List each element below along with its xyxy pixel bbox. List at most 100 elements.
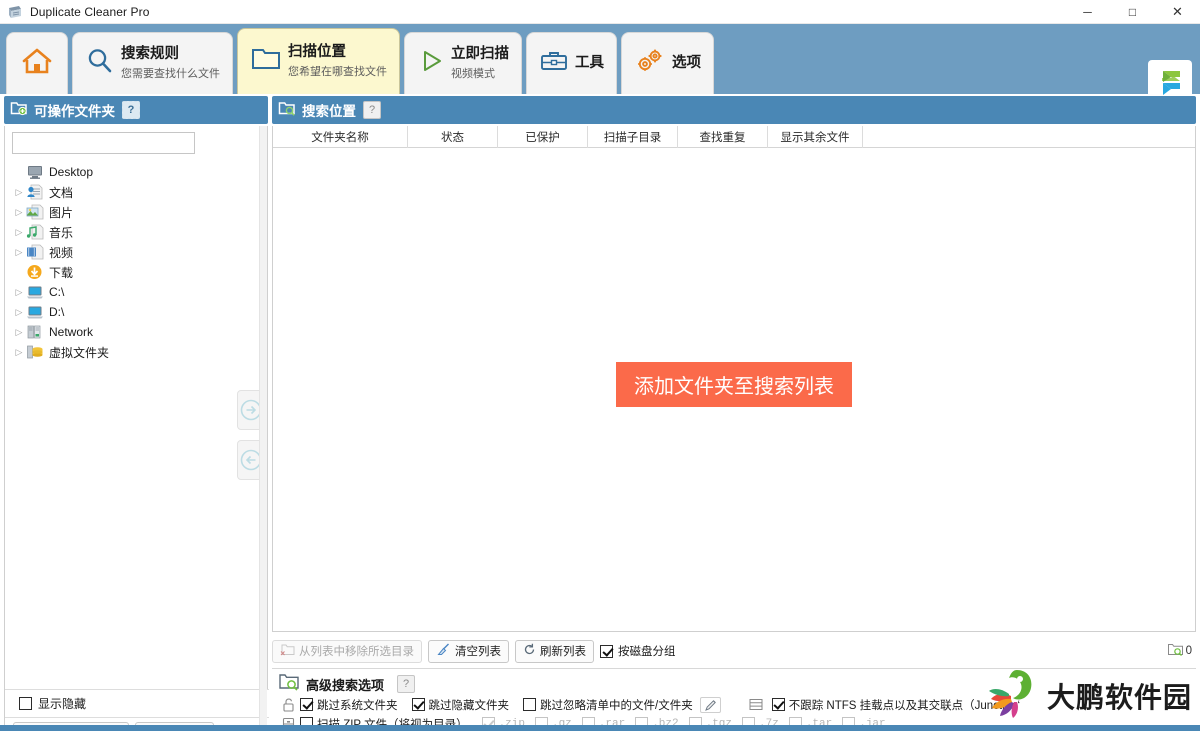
refresh-list-button[interactable]: 刷新列表 bbox=[515, 639, 594, 663]
tab-scan-locations-title: 扫描位置 bbox=[288, 44, 346, 61]
tab-home[interactable] bbox=[6, 32, 68, 94]
tab-tools[interactable]: 工具 bbox=[526, 32, 617, 94]
column-header-status[interactable]: 状态 bbox=[408, 126, 498, 148]
skip-ignore-list-label: 跳过忽略清单中的文件/文件夹 bbox=[540, 699, 693, 712]
chevron-right-icon[interactable]: ▷ bbox=[13, 307, 25, 318]
advanced-options-help-icon[interactable]: ? bbox=[397, 675, 416, 693]
ntfs-junction-row[interactable]: 不跟踪 NTFS 挂载点以及其交联点（Junction‘ bbox=[749, 697, 1020, 713]
actionable-folders-panel: 可操作文件夹 ? Desktop ▷ 文档 ▷ 图片 ▷ 音乐 ▷ 视频 下载 … bbox=[4, 96, 269, 731]
column-header-show-other-files[interactable]: 显示其余文件 bbox=[768, 126, 863, 148]
search-locations-header: 搜索位置 ? bbox=[272, 96, 1196, 124]
tab-options-title: 选项 bbox=[672, 55, 701, 72]
tree-item-label: 音乐 bbox=[49, 225, 74, 240]
tree-item-music[interactable]: ▷ 音乐 bbox=[5, 222, 267, 242]
maximize-button[interactable]: □ bbox=[1110, 0, 1155, 24]
pencil-icon[interactable] bbox=[699, 696, 721, 713]
show-hidden-label: 显示隐藏 bbox=[38, 697, 87, 711]
window-title: Duplicate Cleaner Pro bbox=[30, 4, 150, 19]
skip-hidden-folders-checkbox[interactable] bbox=[411, 698, 425, 711]
tab-search-rules[interactable]: 搜索规则 您需要查找什么文件 bbox=[72, 32, 233, 94]
network-icon bbox=[26, 324, 44, 340]
tab-search-rules-title: 搜索规则 bbox=[121, 46, 179, 63]
drive-icon bbox=[26, 284, 44, 300]
close-button[interactable]: ✕ bbox=[1155, 0, 1200, 24]
documents-icon bbox=[26, 184, 44, 200]
tree-item-label: D:\ bbox=[49, 305, 65, 319]
chevron-right-icon[interactable]: ▷ bbox=[13, 327, 25, 338]
folder-tree-scrollbar[interactable] bbox=[259, 126, 267, 731]
tree-item-drive-d[interactable]: ▷ D:\ bbox=[5, 302, 267, 322]
window-controls: ─ □ ✕ bbox=[1065, 0, 1200, 24]
tab-scan-locations[interactable]: 扫描位置 您希望在哪查找文件 bbox=[237, 28, 400, 94]
ribbon-tabs: 搜索规则 您需要查找什么文件 扫描位置 您希望在哪查找文件 立即扫描 视频模式 … bbox=[6, 28, 718, 94]
search-locations-panel: 搜索位置 ? 文件夹名称 状态 已保护 扫描子目录 查找重复 显示其余文件 添加… bbox=[272, 96, 1196, 731]
skip-ignore-list-row[interactable]: 跳过忽略清单中的文件/文件夹 bbox=[523, 696, 721, 713]
remove-selected-button[interactable]: 从列表中移除所选目录 bbox=[272, 639, 422, 663]
folder-icon bbox=[250, 45, 282, 78]
skip-ignore-list-checkbox[interactable] bbox=[523, 698, 536, 711]
minimize-button[interactable]: ─ bbox=[1065, 0, 1110, 24]
chevron-right-icon[interactable]: ▷ bbox=[13, 227, 25, 238]
clear-list-button[interactable]: 清空列表 bbox=[428, 639, 509, 663]
tree-item-virtual-folder[interactable]: ▷ 虚拟文件夹 bbox=[5, 342, 267, 362]
skip-system-folders-label: 跳过系统文件夹 bbox=[317, 699, 398, 712]
application-window: Duplicate Cleaner Pro ─ □ ✕ 搜索规则 您需要查找什么… bbox=[0, 0, 1200, 731]
tree-item-documents[interactable]: ▷ 文档 bbox=[5, 182, 267, 202]
tree-item-network[interactable]: ▷ Network bbox=[5, 322, 267, 342]
tree-item-desktop[interactable]: Desktop bbox=[5, 162, 267, 182]
grid-body[interactable]: 添加文件夹至搜索列表 bbox=[273, 148, 1195, 630]
tree-item-pictures[interactable]: ▷ 图片 bbox=[5, 202, 267, 222]
tree-item-label: C:\ bbox=[49, 285, 65, 299]
column-header-folder-name[interactable]: 文件夹名称 bbox=[273, 126, 408, 148]
skip-system-folders-row[interactable]: 跳过系统文件夹 bbox=[300, 697, 398, 713]
tree-item-label: 图片 bbox=[49, 205, 74, 220]
column-header-find-duplicates[interactable]: 查找重复 bbox=[678, 126, 768, 148]
column-header-protected[interactable]: 已保护 bbox=[498, 126, 588, 148]
chevron-right-icon[interactable]: ▷ bbox=[13, 287, 25, 298]
column-header-scan-subdirs[interactable]: 扫描子目录 bbox=[588, 126, 678, 148]
tab-tools-title: 工具 bbox=[575, 55, 604, 72]
group-by-disk-checkbox[interactable] bbox=[600, 644, 613, 658]
show-hidden-checkbox[interactable] bbox=[19, 697, 32, 710]
tree-item-label: Desktop bbox=[49, 165, 94, 179]
gears-icon bbox=[634, 47, 666, 80]
folder-filter-input[interactable] bbox=[12, 132, 195, 154]
home-icon bbox=[21, 46, 53, 81]
chevron-right-icon[interactable]: ▷ bbox=[13, 207, 25, 218]
grid-header-row: 文件夹名称 状态 已保护 扫描子目录 查找重复 显示其余文件 bbox=[273, 126, 1195, 148]
tree-item-label: 下载 bbox=[49, 265, 74, 280]
tree-item-label: 视频 bbox=[49, 245, 74, 260]
search-locations-help-icon[interactable]: ? bbox=[363, 101, 381, 119]
skip-system-folders-checkbox[interactable] bbox=[300, 698, 313, 711]
show-hidden-row[interactable]: 显示隐藏 bbox=[5, 689, 269, 717]
tab-scan-now[interactable]: 立即扫描 视频模式 bbox=[404, 32, 522, 94]
refresh-list-label: 刷新列表 bbox=[540, 646, 586, 658]
chevron-right-icon[interactable]: ▷ bbox=[13, 187, 25, 198]
magnifier-icon bbox=[85, 46, 115, 81]
play-icon bbox=[417, 47, 445, 80]
search-locations-grid: 文件夹名称 状态 已保护 扫描子目录 查找重复 显示其余文件 添加文件夹至搜索列… bbox=[272, 126, 1196, 632]
folder-tree: Desktop ▷ 文档 ▷ 图片 ▷ 音乐 ▷ 视频 下载 ▷ C:\ ▷ D… bbox=[5, 162, 267, 362]
app-icon bbox=[7, 4, 23, 20]
group-by-disk-row[interactable]: 按磁盘分组 bbox=[600, 643, 676, 659]
clear-list-label: 清空列表 bbox=[455, 646, 501, 658]
tree-item-label: 虚拟文件夹 bbox=[49, 345, 110, 360]
tree-item-videos[interactable]: ▷ 视频 bbox=[5, 242, 267, 262]
empty-list-message: 添加文件夹至搜索列表 bbox=[616, 362, 852, 407]
tab-options[interactable]: 选项 bbox=[621, 32, 714, 94]
chevron-right-icon[interactable]: ▷ bbox=[13, 247, 25, 258]
folder-add-icon bbox=[10, 100, 28, 121]
actionable-folders-help-icon[interactable]: ? bbox=[122, 101, 140, 119]
music-icon bbox=[26, 224, 44, 240]
chevron-right-icon[interactable]: ▷ bbox=[13, 347, 25, 358]
search-locations-toolbar: 从列表中移除所选目录 清空列表 刷新列表 按磁盘分组 0 bbox=[272, 636, 1196, 666]
skip-hidden-folders-row[interactable]: 跳过隐藏文件夹 bbox=[411, 697, 509, 713]
dapeng-logo bbox=[987, 666, 1043, 725]
tab-search-rules-subtitle: 您需要查找什么文件 bbox=[121, 67, 220, 80]
briefcase-icon bbox=[539, 48, 569, 79]
ntfs-junction-label: 不跟踪 NTFS 挂载点以及其交联点（Junction‘ bbox=[788, 699, 1021, 712]
tree-item-downloads[interactable]: 下载 bbox=[5, 262, 267, 282]
videos-icon bbox=[26, 244, 44, 260]
ntfs-junction-checkbox[interactable] bbox=[771, 698, 785, 711]
tree-item-drive-c[interactable]: ▷ C:\ bbox=[5, 282, 267, 302]
